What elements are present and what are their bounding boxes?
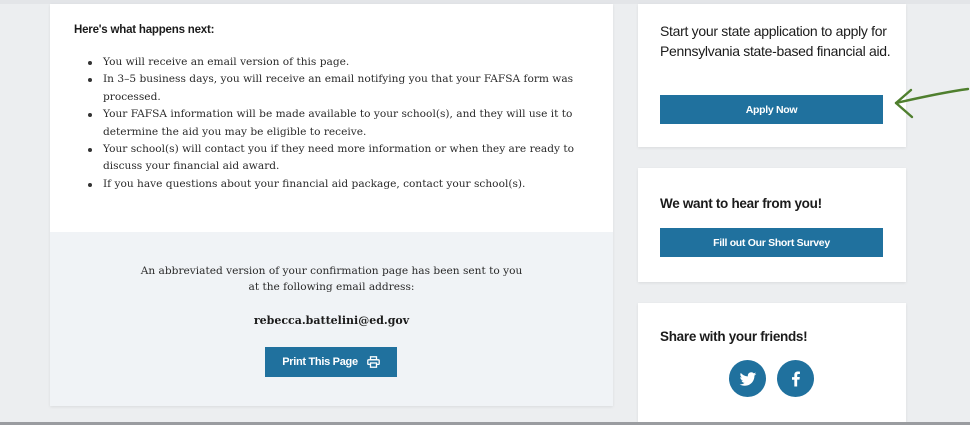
share-heading: Share with your friends! bbox=[660, 329, 808, 344]
next-steps-title: Here's what happens next: bbox=[74, 24, 215, 36]
twitter-icon bbox=[739, 371, 756, 386]
twitter-share-button[interactable] bbox=[729, 360, 766, 397]
email-confirmation-line1: An abbreviated version of your confirmat… bbox=[140, 265, 523, 277]
list-item: Your school(s) will contact you if they … bbox=[88, 141, 588, 176]
next-steps-list: You will receive an email version of thi… bbox=[88, 54, 588, 193]
confirmation-email: rebecca.battelini@ed.gov bbox=[253, 314, 410, 327]
list-item: Your FAFSA information will be made avai… bbox=[88, 106, 588, 141]
email-confirmation-panel: An abbreviated version of your confirmat… bbox=[50, 232, 613, 406]
short-survey-button[interactable]: Fill out Our Short Survey bbox=[660, 228, 883, 257]
survey-heading: We want to hear from you! bbox=[660, 196, 822, 211]
apply-now-button[interactable]: Apply Now bbox=[660, 95, 883, 124]
state-application-card: Start your state application to apply fo… bbox=[638, 4, 906, 147]
state-application-heading: Start your state application to apply fo… bbox=[660, 23, 891, 59]
print-page-button[interactable]: Print This Page bbox=[265, 347, 397, 377]
list-item: You will receive an email version of thi… bbox=[88, 54, 588, 71]
printer-icon bbox=[366, 356, 380, 368]
email-confirmation-line2: at the following email address: bbox=[248, 281, 415, 293]
confirmation-card: Here's what happens next: You will recei… bbox=[50, 4, 613, 406]
facebook-share-button[interactable] bbox=[777, 360, 814, 397]
print-page-label: Print This Page bbox=[282, 356, 358, 368]
facebook-icon bbox=[791, 371, 800, 386]
hand-drawn-arrow-icon bbox=[894, 87, 970, 119]
list-item: In 3–5 business days, you will receive a… bbox=[88, 71, 588, 106]
share-card: Share with your friends! bbox=[638, 303, 906, 422]
email-confirmation-text: An abbreviated version of your confirmat… bbox=[50, 263, 613, 295]
survey-card: We want to hear from you! Fill out Our S… bbox=[638, 168, 906, 282]
list-item: If you have questions about your financi… bbox=[88, 176, 588, 193]
